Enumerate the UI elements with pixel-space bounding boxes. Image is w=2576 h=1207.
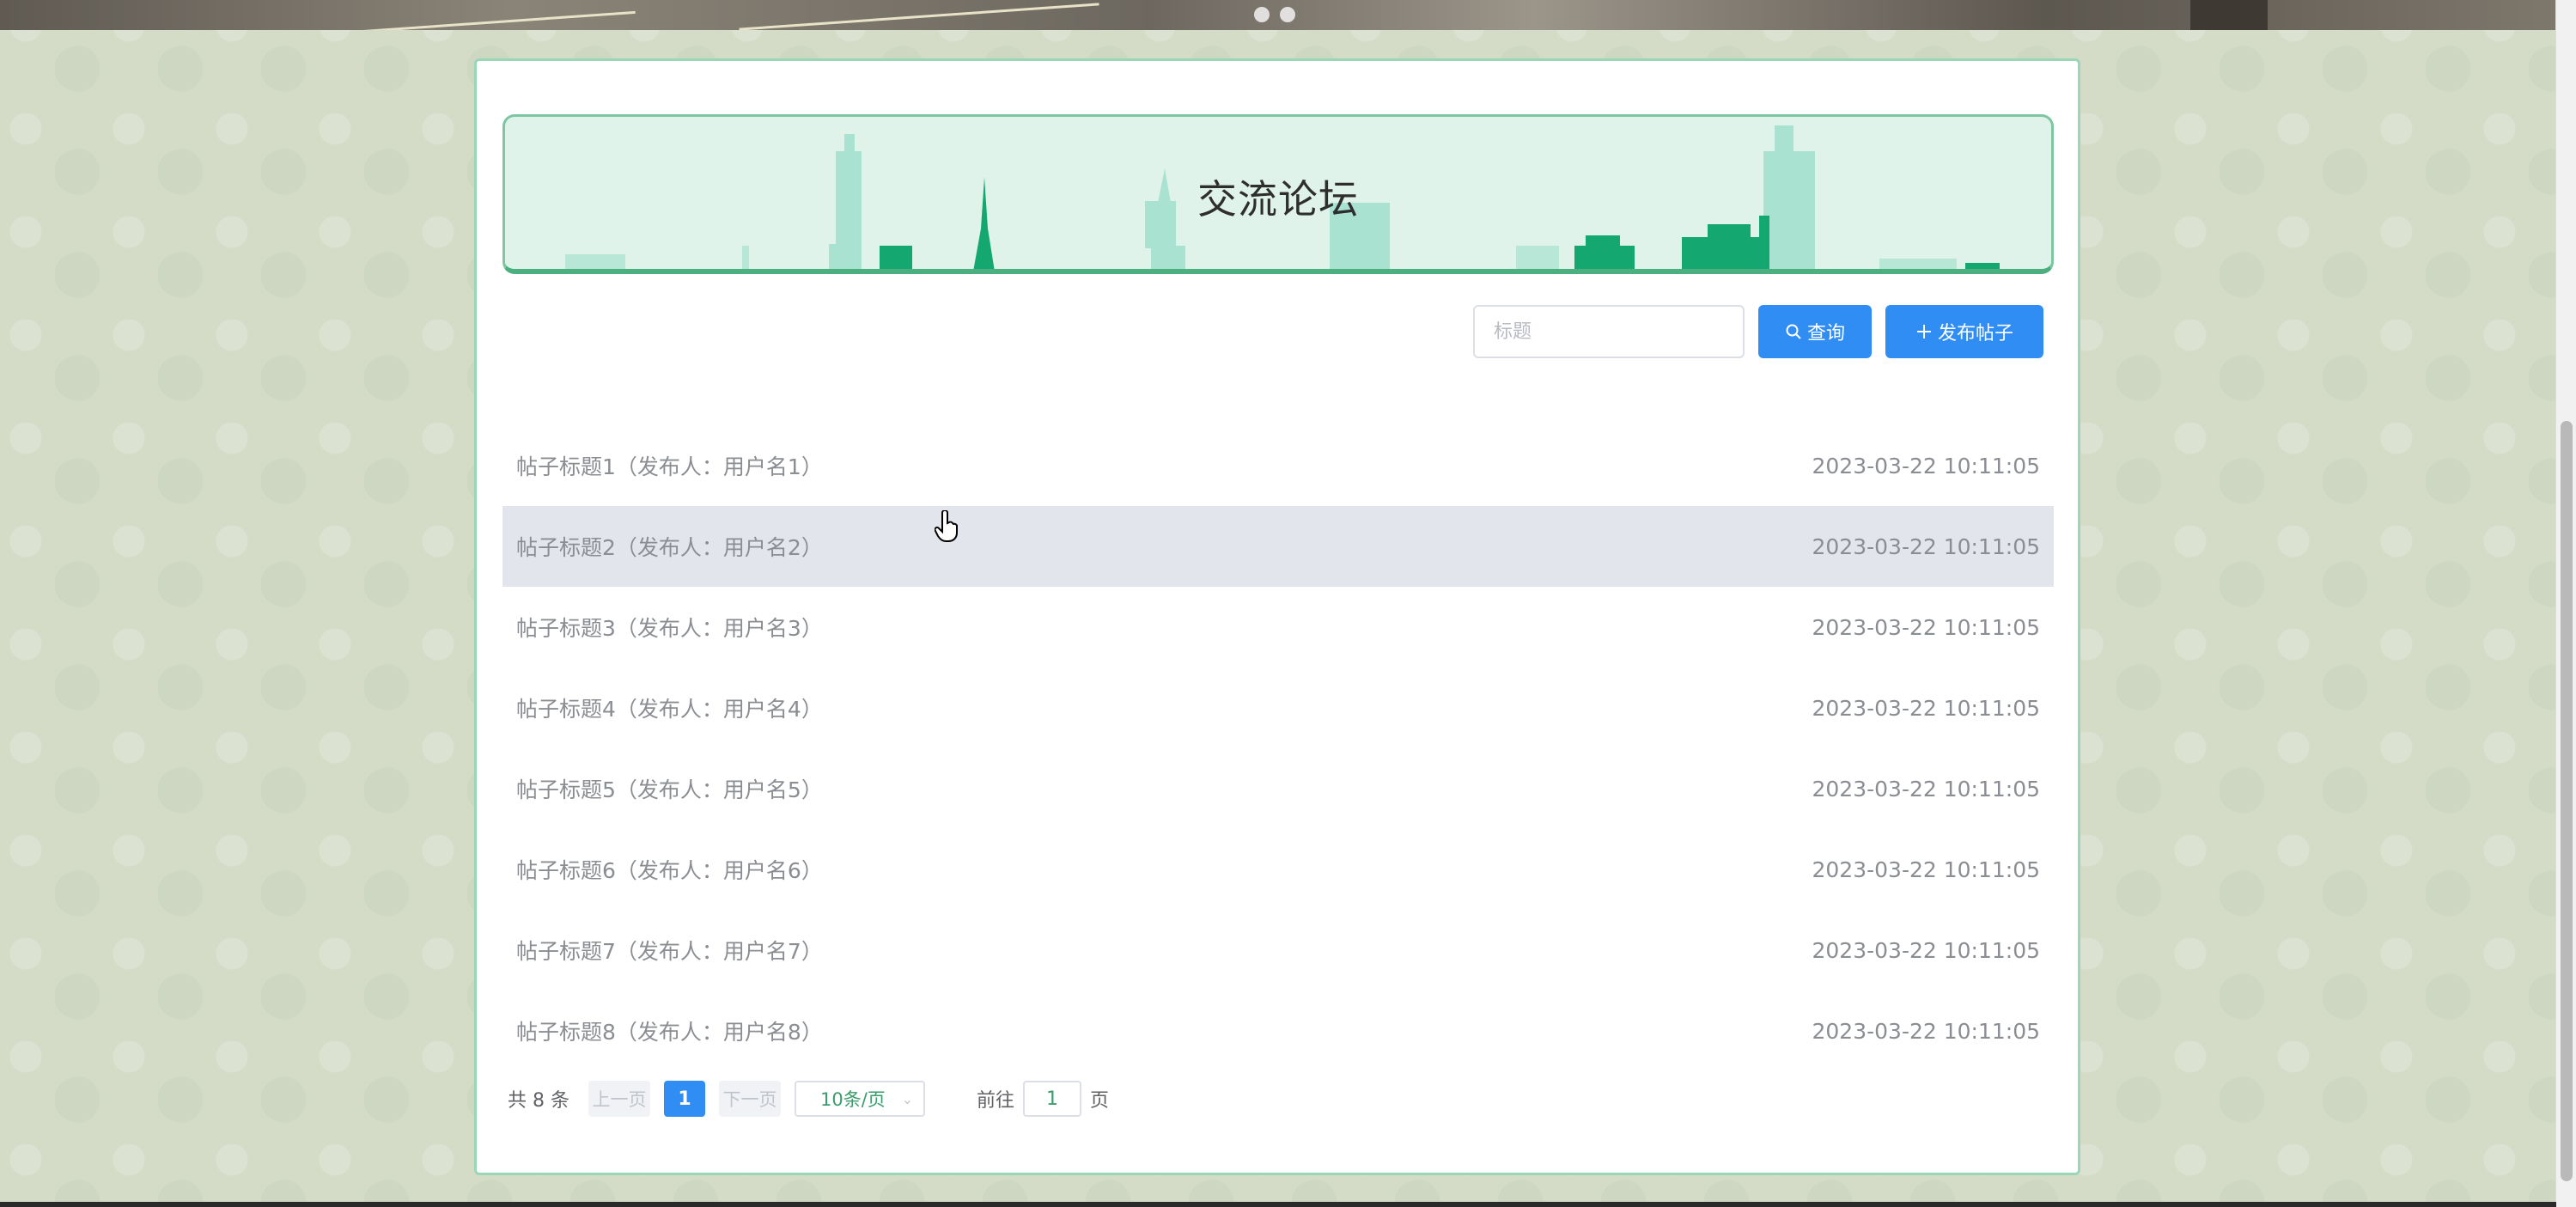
post-title[interactable]: 帖子标题4（发布人：用户名4） — [516, 692, 823, 723]
bottom-edge-bar — [0, 1202, 2556, 1207]
page-size-select[interactable]: 10条/页 ⌄ — [794, 1081, 925, 1117]
pagination-total: 共 8 条 — [508, 1090, 569, 1112]
post-title[interactable]: 帖子标题8（发布人：用户名8） — [516, 1015, 823, 1046]
forum-banner: 交流论坛 — [502, 114, 2054, 274]
post-list: 帖子标题1（发布人：用户名1） 2023-03-22 10:11:05 帖子标题… — [502, 425, 2054, 1071]
post-title[interactable]: 帖子标题7（发布人：用户名7） — [516, 935, 823, 966]
page-scrollbar[interactable] — [2555, 0, 2576, 1207]
post-row[interactable]: 帖子标题3（发布人：用户名3） 2023-03-22 10:11:05 — [502, 587, 2054, 668]
post-row[interactable]: 帖子标题8（发布人：用户名8） 2023-03-22 10:11:05 — [502, 991, 2054, 1071]
create-post-label: 发布帖子 — [1937, 323, 2013, 344]
forum-card: 交流论坛 查询 发布帖子 帖子标题1（发布人：用户名1） 2023-03-22 … — [474, 58, 2080, 1175]
prev-page-button[interactable]: 上一页 — [588, 1081, 650, 1117]
post-row[interactable]: 帖子标题4（发布人：用户名4） 2023-03-22 10:11:05 — [502, 668, 2054, 748]
post-row[interactable]: 帖子标题6（发布人：用户名6） 2023-03-22 10:11:05 — [502, 829, 2054, 910]
post-time: 2023-03-22 10:11:05 — [1812, 937, 2040, 963]
page-unit-label: 页 — [1090, 1090, 1110, 1112]
search-button-label: 查询 — [1806, 323, 1845, 344]
post-title[interactable]: 帖子标题2（发布人：用户名2） — [516, 531, 823, 562]
post-time: 2023-03-22 10:11:05 — [1812, 856, 2040, 882]
post-row[interactable]: 帖子标题2（发布人：用户名2） 2023-03-22 10:11:05 — [502, 506, 2054, 587]
goto-label: 前往 — [976, 1090, 1014, 1112]
post-time: 2023-03-22 10:11:05 — [1812, 695, 2040, 721]
post-row[interactable]: 帖子标题1（发布人：用户名1） 2023-03-22 10:11:05 — [502, 425, 2054, 506]
page-number-1[interactable]: 1 — [663, 1081, 705, 1117]
hand-cursor-icon — [935, 510, 958, 542]
page-title: 交流论坛 — [1197, 176, 1359, 223]
goto-page-input[interactable]: 1 — [1023, 1081, 1081, 1117]
post-time: 2023-03-22 10:11:05 — [1812, 1018, 2040, 1044]
post-title[interactable]: 帖子标题3（发布人：用户名3） — [516, 612, 823, 643]
post-title[interactable]: 帖子标题5（发布人：用户名5） — [516, 773, 823, 804]
post-time: 2023-03-22 10:11:05 — [1812, 614, 2040, 640]
search-icon — [1786, 324, 1801, 339]
post-title[interactable]: 帖子标题6（发布人：用户名6） — [516, 854, 823, 885]
post-time: 2023-03-22 10:11:05 — [1812, 533, 2040, 559]
next-page-button[interactable]: 下一页 — [718, 1081, 781, 1117]
post-time: 2023-03-22 10:11:05 — [1812, 776, 2040, 802]
create-post-button[interactable]: 发布帖子 — [1885, 305, 2043, 358]
pagination: 共 8 条 上一页 1 下一页 10条/页 ⌄ 前往 1 页 — [508, 1080, 1109, 1118]
post-time: 2023-03-22 10:11:05 — [1812, 453, 2040, 479]
search-button[interactable]: 查询 — [1758, 305, 1872, 358]
post-title[interactable]: 帖子标题1（发布人：用户名1） — [516, 450, 823, 481]
title-search-input[interactable] — [1473, 305, 1745, 358]
post-row[interactable]: 帖子标题5（发布人：用户名5） 2023-03-22 10:11:05 — [502, 748, 2054, 829]
plus-icon — [1916, 325, 1931, 338]
page-size-value: 10条/页 — [819, 1089, 886, 1110]
header-photo-strip — [0, 0, 2556, 30]
scrollbar-thumb[interactable] — [2561, 421, 2573, 1181]
chevron-down-icon: ⌄ — [901, 1090, 913, 1107]
post-row[interactable]: 帖子标题7（发布人：用户名7） 2023-03-22 10:11:05 — [502, 910, 2054, 991]
